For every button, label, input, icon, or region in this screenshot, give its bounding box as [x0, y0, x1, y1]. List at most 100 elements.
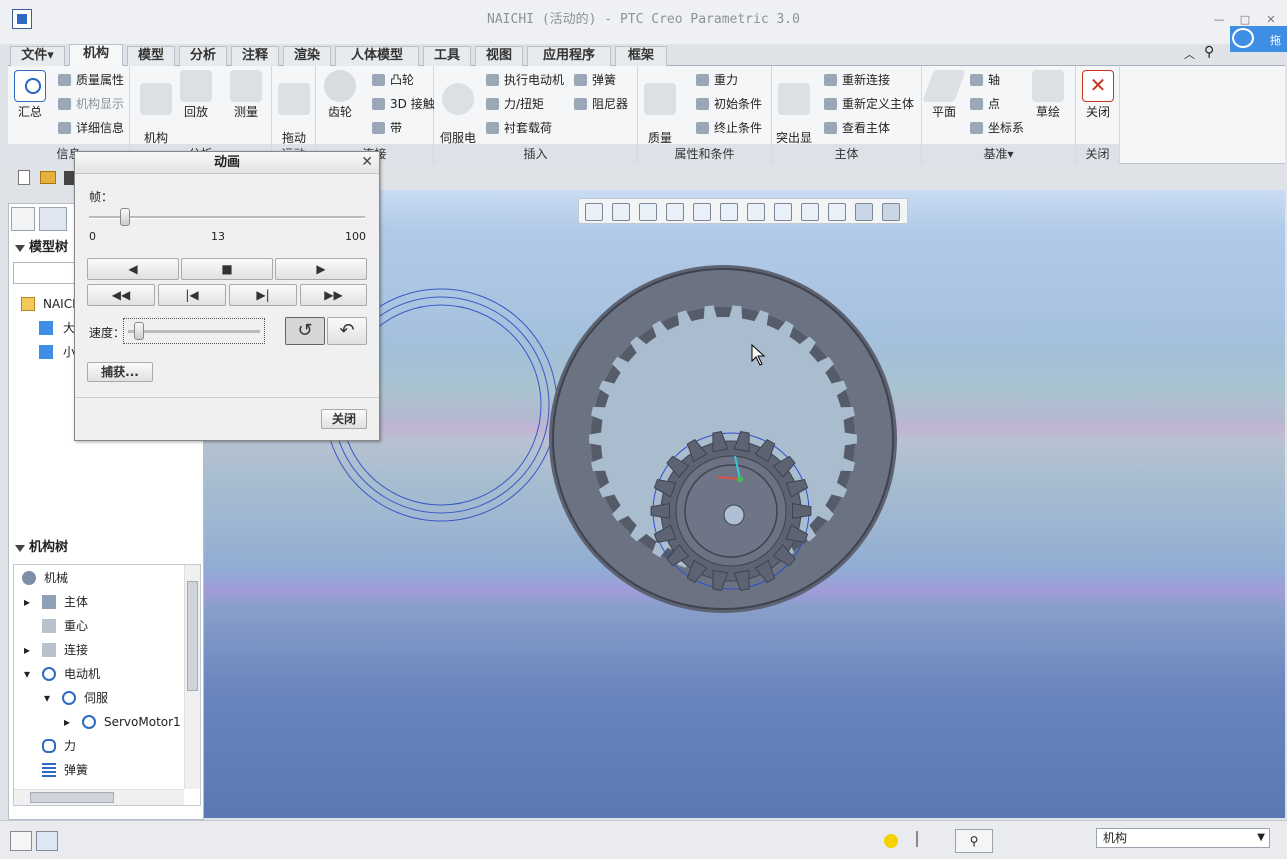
mech-tree-item[interactable]: ▸ 连接: [22, 639, 88, 661]
tab-file[interactable]: 文件▾: [10, 46, 65, 66]
dialog-divider: [75, 397, 379, 398]
mech-tree-item[interactable]: ▾ 电动机: [22, 663, 100, 685]
quick-tools: ︿ ⚲: [1180, 44, 1230, 64]
display-style-icon[interactable]: [693, 203, 711, 221]
toggle-navigator-icon[interactable]: [10, 831, 32, 851]
mech-tree-item[interactable]: ▸ ServoMotor1: [62, 711, 181, 733]
vertical-scrollbar[interactable]: [184, 565, 200, 789]
mech-tree-item[interactable]: 机械: [22, 567, 68, 589]
mech-tree-item[interactable]: ▸ 主体: [22, 591, 88, 613]
step-back-button[interactable]: |◀: [158, 284, 226, 306]
axis-button[interactable]: 轴: [970, 70, 1000, 90]
mech-tree-item[interactable]: 力: [42, 735, 76, 757]
rewind-button[interactable]: ◀◀: [87, 284, 155, 306]
damper-button[interactable]: 阻尼器: [574, 94, 628, 114]
loop-button[interactable]: ↺: [285, 317, 325, 345]
view-manager-icon[interactable]: [747, 203, 765, 221]
exec-motor-button[interactable]: 执行电动机: [486, 70, 564, 90]
save-icon[interactable]: [64, 171, 74, 185]
initial-conditions-button[interactable]: 初始条件: [696, 94, 762, 114]
zoom-out-icon[interactable]: [639, 203, 657, 221]
tab-annotate[interactable]: 注释: [231, 46, 279, 66]
fast-forward-button[interactable]: ▶▶: [300, 284, 367, 306]
open-folder-icon[interactable]: [40, 171, 56, 184]
scroll-thumb[interactable]: [187, 581, 198, 691]
group-motion: 拖动 元件 运动: [272, 66, 316, 164]
details-button[interactable]: 详细信息: [58, 118, 124, 138]
group-label-datum[interactable]: 基准▾: [922, 144, 1075, 164]
new-file-icon[interactable]: [18, 170, 30, 185]
bushing-load-button[interactable]: 衬套载荷: [486, 118, 552, 138]
tab-mechanism[interactable]: 机构: [69, 44, 123, 66]
stop-button[interactable]: ■: [181, 258, 273, 280]
zoom-in-icon[interactable]: [612, 203, 630, 221]
dialog-close-button[interactable]: 关闭: [321, 409, 367, 429]
mech-display-button[interactable]: 机构显示: [58, 94, 124, 114]
mass-properties-button[interactable]: 质量属性: [58, 70, 124, 90]
capture-button[interactable]: 捕获...: [87, 362, 153, 382]
point-button[interactable]: 点: [970, 94, 1000, 114]
csys-button[interactable]: 坐标系: [970, 118, 1024, 138]
tab-framework[interactable]: 框架: [615, 46, 667, 66]
datum-display-icon[interactable]: [774, 203, 792, 221]
mech-tree-item[interactable]: 弹簧: [22, 759, 88, 781]
force-torque-button[interactable]: 力/扭矩: [486, 94, 544, 114]
play-button[interactable]: ▶: [275, 258, 367, 280]
plane-display-icon[interactable]: [801, 203, 819, 221]
collapse-ribbon-icon[interactable]: ︿: [1184, 46, 1195, 62]
playback-button[interactable]: 回放: [176, 70, 216, 119]
reverse-direction-button[interactable]: ↶: [327, 317, 367, 345]
gear-button[interactable]: 齿轮: [320, 70, 360, 119]
close-mechanism-button[interactable]: ✕ 关闭: [1078, 70, 1118, 119]
model-tree-tab-icon[interactable]: [11, 207, 35, 231]
find-icon[interactable]: ⚲: [955, 829, 993, 853]
search-icon[interactable]: ⚲: [1204, 44, 1214, 60]
refit-icon[interactable]: [585, 203, 603, 221]
spring-button[interactable]: 弹簧: [574, 70, 616, 90]
speed-slider-thumb[interactable]: [134, 322, 144, 340]
mech-tree-item[interactable]: 重心: [22, 615, 88, 637]
redefine-bodies-button[interactable]: 重新定义主体: [824, 94, 914, 114]
hscroll-thumb[interactable]: [30, 792, 114, 803]
speed-slider[interactable]: [123, 318, 265, 344]
play-reverse-button[interactable]: ◀: [87, 258, 179, 280]
close-icon[interactable]: ✕: [361, 154, 373, 170]
tab-view[interactable]: 视图: [475, 46, 523, 66]
group-close: ✕ 关闭 关闭: [1076, 66, 1120, 164]
minimize-icon[interactable]: —: [1212, 14, 1226, 26]
tab-model[interactable]: 模型: [127, 46, 175, 66]
spin-center-icon[interactable]: [882, 203, 900, 221]
contact-3d-button[interactable]: 3D 接触: [372, 94, 435, 114]
mech-tree-header[interactable]: 机构树: [9, 537, 203, 559]
tab-analysis[interactable]: 分析: [179, 46, 227, 66]
measure-button[interactable]: 测量: [226, 70, 266, 119]
close-window-icon[interactable]: ✕: [1264, 14, 1278, 26]
folder-browser-tab-icon[interactable]: [39, 207, 67, 231]
mode-filter-select[interactable]: 机构 ▼: [1096, 828, 1270, 848]
tab-applications[interactable]: 应用程序: [527, 46, 611, 66]
cam-button[interactable]: 凸轮: [372, 70, 414, 90]
view-bodies-button[interactable]: 查看主体: [824, 118, 890, 138]
frame-slider-track[interactable]: [89, 216, 365, 219]
plane-button[interactable]: 平面: [922, 70, 966, 119]
axis-display-icon[interactable]: [828, 203, 846, 221]
mech-display-icon[interactable]: [855, 203, 873, 221]
gravity-button[interactable]: 重力: [696, 70, 738, 90]
maximize-icon[interactable]: □: [1238, 14, 1252, 26]
step-forward-button[interactable]: ▶|: [229, 284, 297, 306]
horizontal-scrollbar[interactable]: [14, 789, 184, 805]
tab-tools[interactable]: 工具: [423, 46, 471, 66]
browser-icon[interactable]: [36, 831, 58, 851]
mech-tree-item[interactable]: ▾ 伺服: [42, 687, 108, 709]
tab-human-model[interactable]: 人体模型: [335, 46, 419, 66]
repaint-icon[interactable]: [666, 203, 684, 221]
reconnect-button[interactable]: 重新连接: [824, 70, 890, 90]
tab-render[interactable]: 渲染: [283, 46, 331, 66]
summary-button[interactable]: 汇总: [10, 70, 50, 119]
belt-button[interactable]: 带: [372, 118, 402, 138]
flag-icon[interactable]: [916, 831, 928, 847]
termination-conditions-button[interactable]: 终止条件: [696, 118, 762, 138]
frame-slider-thumb[interactable]: [119, 208, 130, 226]
saved-orientations-icon[interactable]: [720, 203, 738, 221]
sketch-button[interactable]: 草绘: [1028, 70, 1068, 119]
